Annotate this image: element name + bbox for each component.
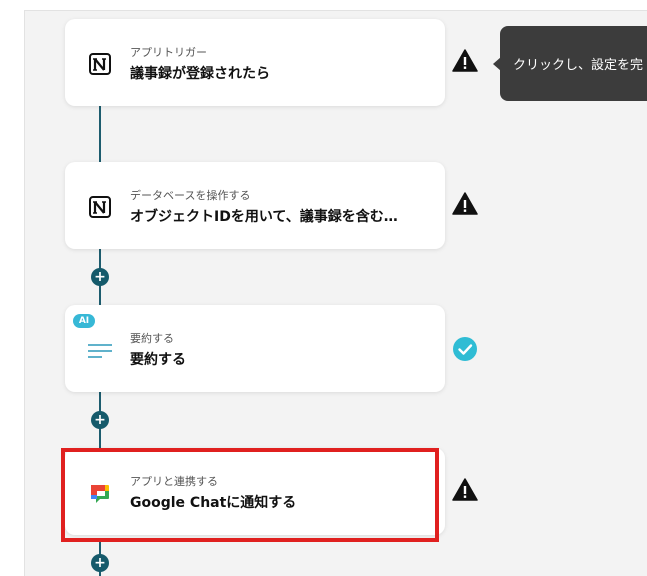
top-bar [0, 0, 647, 10]
ai-badge: AI [73, 314, 95, 328]
add-step-button[interactable]: + [91, 268, 109, 286]
check-circle-icon[interactable] [452, 336, 478, 362]
warning-icon[interactable] [452, 477, 478, 503]
tooltip: クリックし、設定を完 [500, 26, 647, 101]
step-subtitle: アプリトリガー [130, 46, 207, 59]
flow-step-card[interactable]: データベースを操作する オブジェクトIDを用いて、議事録を含む… [65, 162, 445, 249]
highlight-box [61, 448, 439, 542]
flow-step-card[interactable]: 要約する 要約する [65, 305, 445, 392]
connector-line [99, 106, 101, 162]
notion-icon [89, 53, 111, 75]
step-title: オブジェクトIDを用いて、議事録を含む… [130, 209, 398, 225]
flow-step-card[interactable]: アプリトリガー 議事録が登録されたら [65, 19, 445, 106]
warning-icon[interactable] [452, 48, 478, 74]
step-title: 要約する [130, 352, 186, 368]
warning-icon[interactable] [452, 191, 478, 217]
step-subtitle: 要約する [130, 332, 174, 345]
add-step-button[interactable]: + [91, 554, 109, 572]
add-step-button[interactable]: + [91, 411, 109, 429]
step-title: 議事録が登録されたら [130, 66, 270, 82]
summary-lines-icon [88, 344, 112, 358]
step-subtitle: データベースを操作する [130, 189, 251, 202]
notion-icon [89, 196, 111, 218]
